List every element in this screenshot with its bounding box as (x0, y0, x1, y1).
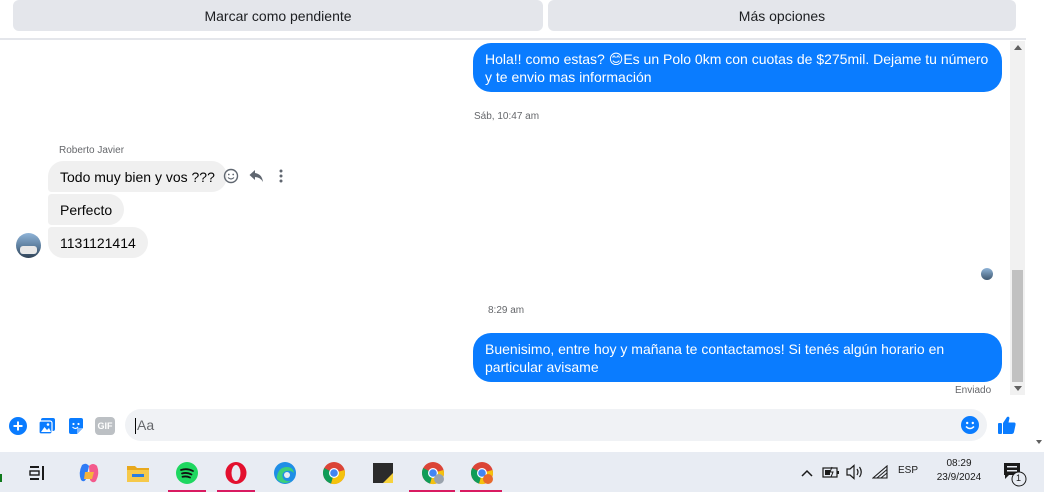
message-text: 1131121414 (60, 235, 136, 251)
scroll-up-icon[interactable] (1014, 45, 1022, 50)
gif-button[interactable]: GIF (95, 417, 115, 435)
add-icon[interactable] (8, 416, 28, 436)
more-options-button[interactable]: Más opciones (548, 0, 1016, 31)
file-explorer-icon[interactable] (123, 458, 153, 488)
battery-icon[interactable] (822, 465, 840, 479)
photo-icon[interactable] (37, 416, 57, 436)
incoming-message[interactable]: Todo muy bien y vos ??? (48, 161, 227, 192)
spotify-icon[interactable] (172, 458, 202, 488)
chrome-profile-1-icon[interactable] (418, 458, 448, 488)
windows-taskbar: ESP 08:29 23/9/2024 1 (0, 452, 1044, 492)
header-divider (0, 38, 1026, 40)
more-options-label: Más opciones (738, 7, 826, 24)
edge-icon[interactable] (270, 458, 300, 488)
message-text: Buenisimo, entre hoy y mañana te contact… (485, 341, 945, 375)
outgoing-message[interactable]: Buenisimo, entre hoy y mañana te contact… (473, 333, 1002, 382)
notification-count: 1 (1016, 473, 1022, 483)
text-cursor (135, 418, 136, 434)
message-text: Perfecto (60, 202, 113, 218)
clock-date: 23/9/2024 (936, 472, 982, 483)
message-status: Enviado (955, 385, 992, 396)
message-text: Hola!! como estas? 😊Es un Polo 0km con c… (485, 51, 989, 85)
clock[interactable]: 08:29 23/9/2024 (930, 457, 988, 485)
task-view-icon[interactable] (23, 458, 53, 488)
mark-pending-label: Marcar como pendiente (204, 7, 352, 24)
chrome-profile-2-icon[interactable] (467, 458, 497, 488)
taskbar-edge-indicator (0, 474, 2, 482)
gif-label: GIF (97, 421, 113, 431)
message-timestamp: Sáb, 10:47 am (474, 111, 540, 122)
like-icon[interactable] (996, 414, 1018, 436)
more-actions-icon[interactable] (272, 167, 290, 185)
message-input[interactable]: Aa (125, 409, 987, 441)
message-timestamp: 8:29 am (488, 305, 525, 316)
scrollbar-thumb[interactable] (1012, 270, 1023, 382)
incoming-message[interactable]: 1131121414 (48, 227, 148, 258)
message-text: Todo muy bien y vos ??? (60, 169, 215, 185)
message-input-placeholder: Aa (137, 417, 155, 433)
sticky-notes-icon[interactable] (368, 458, 398, 488)
scroll-down-icon[interactable] (1014, 386, 1022, 391)
sticker-icon[interactable] (66, 416, 86, 436)
react-emoji-icon[interactable] (222, 167, 240, 185)
reply-icon[interactable] (247, 167, 265, 185)
notifications-icon[interactable]: 1 (1002, 461, 1028, 487)
copilot-icon[interactable] (74, 458, 104, 488)
wifi-icon[interactable] (871, 464, 888, 479)
avatar-car (20, 246, 37, 254)
emoji-icon[interactable] (961, 416, 979, 434)
incoming-message[interactable]: Perfecto (48, 194, 125, 225)
page-scroll-down-icon[interactable] (1036, 440, 1042, 444)
volume-icon[interactable] (846, 464, 864, 480)
chrome-icon[interactable] (319, 458, 349, 488)
avatar[interactable] (16, 233, 41, 258)
sender-name: Roberto Javier (59, 145, 125, 156)
read-receipt-avatar (981, 268, 993, 280)
language-indicator[interactable]: ESP (898, 465, 918, 476)
mark-pending-button[interactable]: Marcar como pendiente (13, 0, 543, 31)
show-hidden-icons-icon[interactable] (800, 466, 814, 478)
outgoing-message[interactable]: Hola!! como estas? 😊Es un Polo 0km con c… (473, 43, 1002, 92)
opera-icon[interactable] (221, 458, 251, 488)
clock-time: 08:29 (946, 458, 972, 469)
